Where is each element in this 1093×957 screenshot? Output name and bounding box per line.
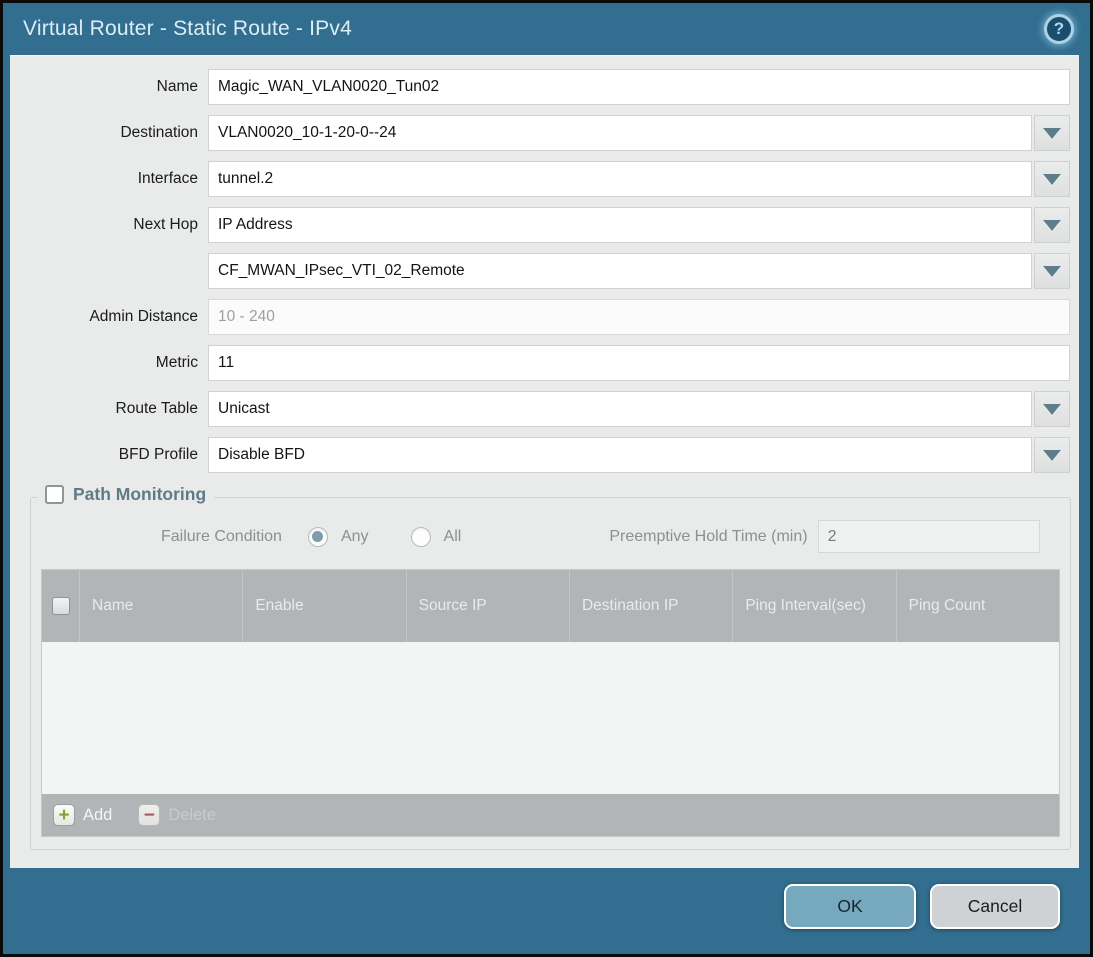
path-monitoring-checkbox[interactable]	[45, 485, 64, 504]
radio-any-icon	[308, 527, 328, 547]
radio-all-label: All	[444, 528, 462, 546]
table-header-select	[42, 570, 79, 642]
cancel-button[interactable]: Cancel	[930, 884, 1060, 929]
next-hop-label: Next Hop	[10, 216, 208, 234]
radio-all[interactable]: All	[411, 527, 462, 547]
add-button[interactable]: + Add	[53, 804, 112, 826]
chevron-down-icon	[1043, 266, 1061, 277]
form-row-next-hop-address	[10, 253, 1070, 289]
bfd-profile-input[interactable]	[208, 437, 1032, 473]
delete-button-label: Delete	[168, 806, 216, 825]
chevron-down-icon	[1043, 404, 1061, 415]
table-header-row: Name Enable Source IP Destination IP Pin…	[42, 570, 1059, 642]
select-all-checkbox[interactable]	[52, 597, 70, 615]
minus-icon: −	[138, 804, 160, 826]
route-table-input[interactable]	[208, 391, 1032, 427]
column-header-source-ip[interactable]: Source IP	[406, 570, 569, 642]
interface-label: Interface	[10, 170, 208, 188]
form-row-admin-distance: Admin Distance	[10, 299, 1070, 335]
metric-label: Metric	[10, 354, 208, 372]
next-hop-address-dropdown-button[interactable]	[1034, 253, 1070, 289]
column-header-ping-count[interactable]: Ping Count	[896, 570, 1059, 642]
name-input[interactable]	[208, 69, 1070, 105]
bfd-profile-label: BFD Profile	[10, 446, 208, 464]
route-table-dropdown-button[interactable]	[1034, 391, 1070, 427]
metric-input[interactable]	[208, 345, 1070, 381]
route-table-label: Route Table	[10, 400, 208, 418]
column-header-enable[interactable]: Enable	[242, 570, 405, 642]
failure-condition-label: Failure Condition	[161, 528, 282, 546]
form-row-name: Name	[10, 69, 1070, 105]
chevron-down-icon	[1043, 128, 1061, 139]
admin-distance-label: Admin Distance	[10, 308, 208, 326]
static-route-dialog: Virtual Router - Static Route - IPv4 ? N…	[0, 0, 1093, 957]
form-row-bfd-profile: BFD Profile	[10, 437, 1070, 473]
form-row-next-hop: Next Hop	[10, 207, 1070, 243]
dialog-footer: OK Cancel	[3, 868, 1090, 954]
column-header-ping-interval[interactable]: Ping Interval(sec)	[732, 570, 895, 642]
path-monitoring-section: Path Monitoring Failure Condition Any Al…	[30, 497, 1071, 850]
path-monitoring-table: Name Enable Source IP Destination IP Pin…	[41, 569, 1060, 837]
interface-input[interactable]	[208, 161, 1032, 197]
preemptive-hold-time-input[interactable]	[818, 520, 1040, 553]
destination-dropdown-button[interactable]	[1034, 115, 1070, 151]
preemptive-hold-time-label: Preemptive Hold Time (min)	[609, 528, 807, 546]
ok-button[interactable]: OK	[784, 884, 916, 929]
table-footer-bar: + Add − Delete	[42, 794, 1059, 836]
path-monitoring-title: Path Monitoring	[73, 484, 206, 505]
name-label: Name	[10, 78, 208, 96]
chevron-down-icon	[1043, 450, 1061, 461]
next-hop-type-dropdown-button[interactable]	[1034, 207, 1070, 243]
form-row-metric: Metric	[10, 345, 1070, 381]
bfd-profile-dropdown-button[interactable]	[1034, 437, 1070, 473]
dialog-content: Name Destination Interface	[10, 55, 1079, 868]
interface-dropdown-button[interactable]	[1034, 161, 1070, 197]
radio-any-label: Any	[341, 528, 369, 546]
path-monitoring-legend: Path Monitoring	[37, 484, 214, 505]
next-hop-type-input[interactable]	[208, 207, 1032, 243]
destination-label: Destination	[10, 124, 208, 142]
next-hop-address-input[interactable]	[208, 253, 1032, 289]
failure-condition-radio-group: Any All	[282, 527, 461, 547]
plus-icon: +	[53, 804, 75, 826]
dialog-titlebar: Virtual Router - Static Route - IPv4 ?	[3, 3, 1090, 55]
help-glyph: ?	[1054, 19, 1064, 39]
dialog-title: Virtual Router - Static Route - IPv4	[23, 17, 352, 41]
help-icon[interactable]: ?	[1044, 14, 1074, 44]
add-button-label: Add	[83, 806, 112, 825]
chevron-down-icon	[1043, 174, 1061, 185]
column-header-name[interactable]: Name	[79, 570, 242, 642]
form-row-destination: Destination	[10, 115, 1070, 151]
delete-button[interactable]: − Delete	[138, 804, 216, 826]
form-row-route-table: Route Table	[10, 391, 1070, 427]
chevron-down-icon	[1043, 220, 1061, 231]
destination-input[interactable]	[208, 115, 1032, 151]
table-body-empty	[42, 642, 1059, 794]
form-row-interface: Interface	[10, 161, 1070, 197]
column-header-destination-ip[interactable]: Destination IP	[569, 570, 732, 642]
radio-any[interactable]: Any	[308, 527, 369, 547]
failure-condition-row: Failure Condition Any All Preemptive Hol…	[41, 520, 1060, 553]
admin-distance-input[interactable]	[208, 299, 1070, 335]
radio-all-icon	[411, 527, 431, 547]
